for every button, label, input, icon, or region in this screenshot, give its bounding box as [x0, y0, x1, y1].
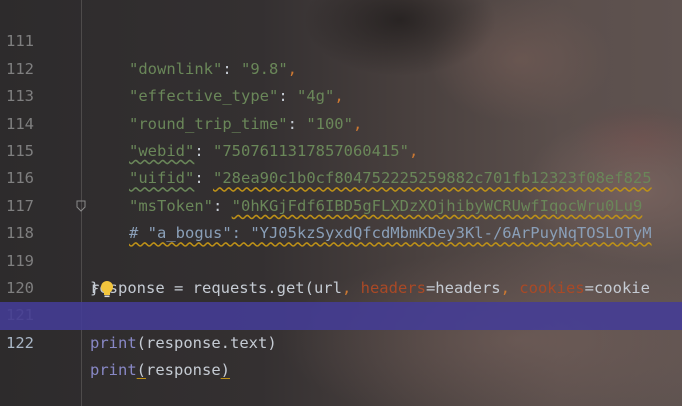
- call-arg: response: [146, 361, 221, 380]
- code-line[interactable]: 121 print(response.text): [0, 275, 682, 352]
- code-line[interactable]: 115 "uifid": "28ea90c1b0cf80475222525988…: [0, 111, 682, 187]
- builtin-function: print: [90, 361, 137, 380]
- close-paren: ): [220, 361, 231, 380]
- line-number: 122: [6, 333, 34, 352]
- code-line[interactable]: 112 "effective_type": "4g",: [0, 28, 682, 105]
- current-code-line[interactable]: 122 print(response): [0, 302, 682, 379]
- builtin-function: print: [90, 333, 137, 352]
- code-line[interactable]: 114 "webid": "7507611317857060415",: [0, 83, 682, 160]
- fold-end-icon[interactable]: [76, 200, 86, 212]
- code-line[interactable]: 119 response = requests.get(url, headers…: [0, 220, 682, 297]
- open-paren: (: [136, 361, 147, 380]
- code-editor[interactable]: 111 "downlink": "9.8", 112 "effective_ty…: [0, 0, 682, 406]
- code-line[interactable]: 120: [0, 248, 682, 297]
- code-text[interactable]: print(response): [90, 357, 230, 384]
- code-line[interactable]: 116 "msToken": "0hKGjFdf6IBD5gFLXDzXOjhi…: [0, 138, 682, 214]
- code-line[interactable]: 118 }: [0, 193, 682, 297]
- code-line[interactable]: 113 "round_trip_time": "100",: [0, 56, 682, 132]
- code-line[interactable]: 117 # "a_bogus": "YJ05kzSyxdQfcdMbmKDey3…: [0, 165, 682, 242]
- call-args: (response.text): [136, 333, 277, 352]
- code-text[interactable]: print(response.text): [90, 330, 277, 357]
- lightbulb-icon[interactable]: [99, 280, 115, 298]
- code-line[interactable]: 111 "downlink": "9.8",: [0, 1, 682, 77]
